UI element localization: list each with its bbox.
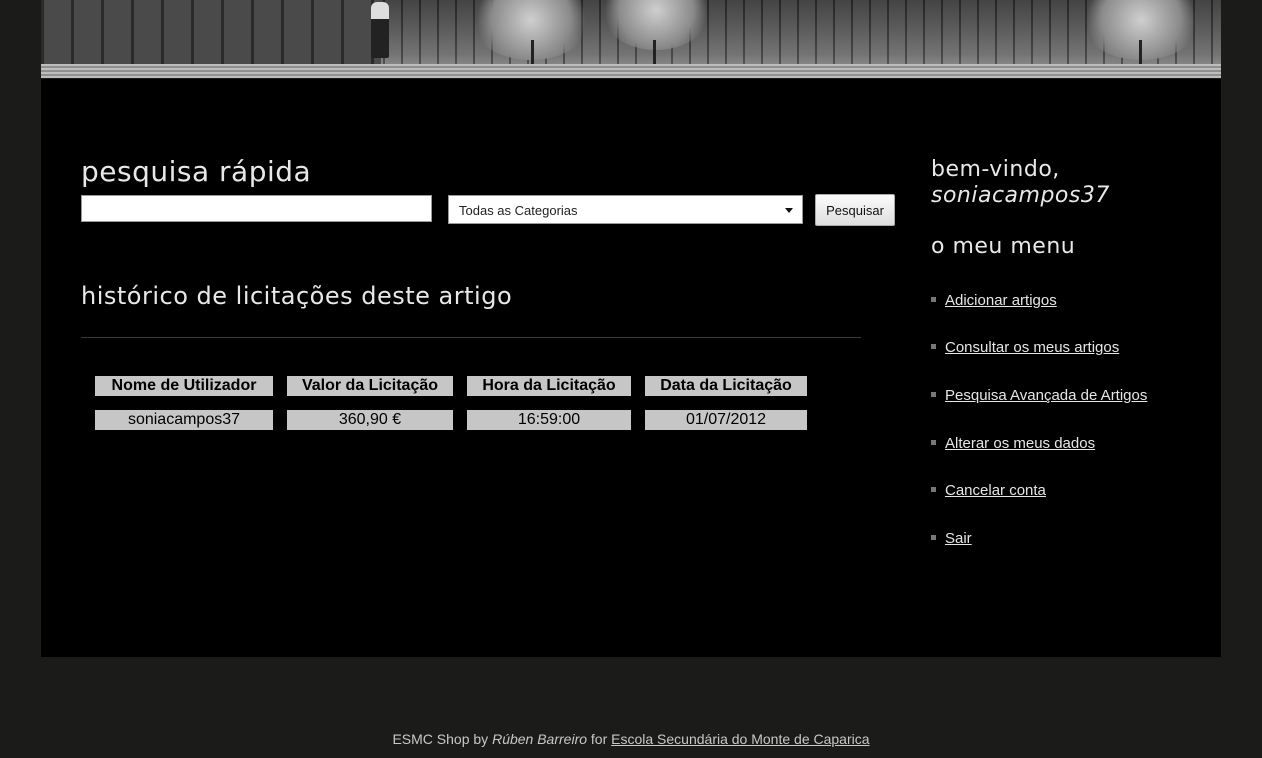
table-cell-bid-time: 16:59:00 bbox=[467, 410, 631, 430]
column-header-username: Nome de Utilizador bbox=[95, 376, 273, 396]
category-select[interactable]: Todas as Categorias bbox=[448, 195, 803, 224]
table-cell-username: soniacampos37 bbox=[95, 410, 273, 430]
divider bbox=[81, 337, 861, 338]
quick-search-title: pesquisa rápida bbox=[81, 155, 312, 188]
welcome-label: bem-vindo, bbox=[931, 157, 1060, 182]
menu-item-edit-profile: Alterar os meus dados bbox=[931, 435, 1095, 452]
bid-history-title: histórico de licitações deste artigo bbox=[81, 282, 513, 310]
welcome-message: bem-vindo, soniacampos37 bbox=[931, 157, 1110, 209]
bullet-icon bbox=[931, 486, 936, 492]
search-input[interactable] bbox=[81, 195, 432, 222]
column-header-bid-time: Hora da Licitação bbox=[467, 376, 631, 396]
menu-item-logout: Sair bbox=[931, 530, 972, 547]
table-cell-bid-value: 360,90 € bbox=[287, 410, 453, 430]
footer-middle: for bbox=[587, 731, 612, 747]
my-menu-title: o meu menu bbox=[931, 234, 1076, 259]
main-content: pesquisa rápida Todas as Categorias Pesq… bbox=[41, 79, 1221, 657]
menu-link-add-items[interactable]: Adicionar artigos bbox=[945, 292, 1057, 309]
menu-link-logout[interactable]: Sair bbox=[945, 530, 972, 547]
column-header-bid-date: Data da Licitação bbox=[645, 376, 807, 396]
menu-item-add-items: Adicionar artigos bbox=[931, 292, 1057, 309]
search-button[interactable]: Pesquisar bbox=[815, 194, 895, 226]
table-cell-bid-date: 01/07/2012 bbox=[645, 410, 807, 430]
menu-item-cancel-account: Cancelar conta bbox=[931, 482, 1046, 499]
menu-link-my-items[interactable]: Consultar os meus artigos bbox=[945, 339, 1119, 356]
bullet-icon bbox=[931, 534, 936, 540]
bullet-icon bbox=[931, 296, 936, 302]
bullet-icon bbox=[931, 391, 936, 397]
footer-author: Rúben Barreiro bbox=[492, 731, 588, 747]
column-header-bid-value: Valor da Licitação bbox=[287, 376, 453, 396]
menu-link-cancel-account[interactable]: Cancelar conta bbox=[945, 482, 1046, 499]
footer: ESMC Shop by Rúben Barreiro for Escola S… bbox=[0, 731, 1262, 747]
bullet-icon bbox=[931, 343, 936, 349]
footer-prefix: ESMC Shop by bbox=[392, 731, 493, 747]
menu-item-my-items: Consultar os meus artigos bbox=[931, 339, 1119, 356]
bullet-icon bbox=[931, 439, 936, 445]
menu-item-advanced-search: Pesquisa Avançada de Artigos bbox=[931, 387, 1147, 404]
menu-link-advanced-search[interactable]: Pesquisa Avançada de Artigos bbox=[945, 387, 1147, 404]
header-banner-image bbox=[41, 0, 1221, 78]
category-select-value: Todas as Categorias bbox=[459, 203, 578, 218]
chevron-down-icon bbox=[785, 208, 793, 213]
menu-link-edit-profile[interactable]: Alterar os meus dados bbox=[945, 435, 1095, 452]
welcome-username: soniacampos37 bbox=[931, 183, 1110, 208]
footer-school-link[interactable]: Escola Secundária do Monte de Caparica bbox=[611, 731, 869, 747]
